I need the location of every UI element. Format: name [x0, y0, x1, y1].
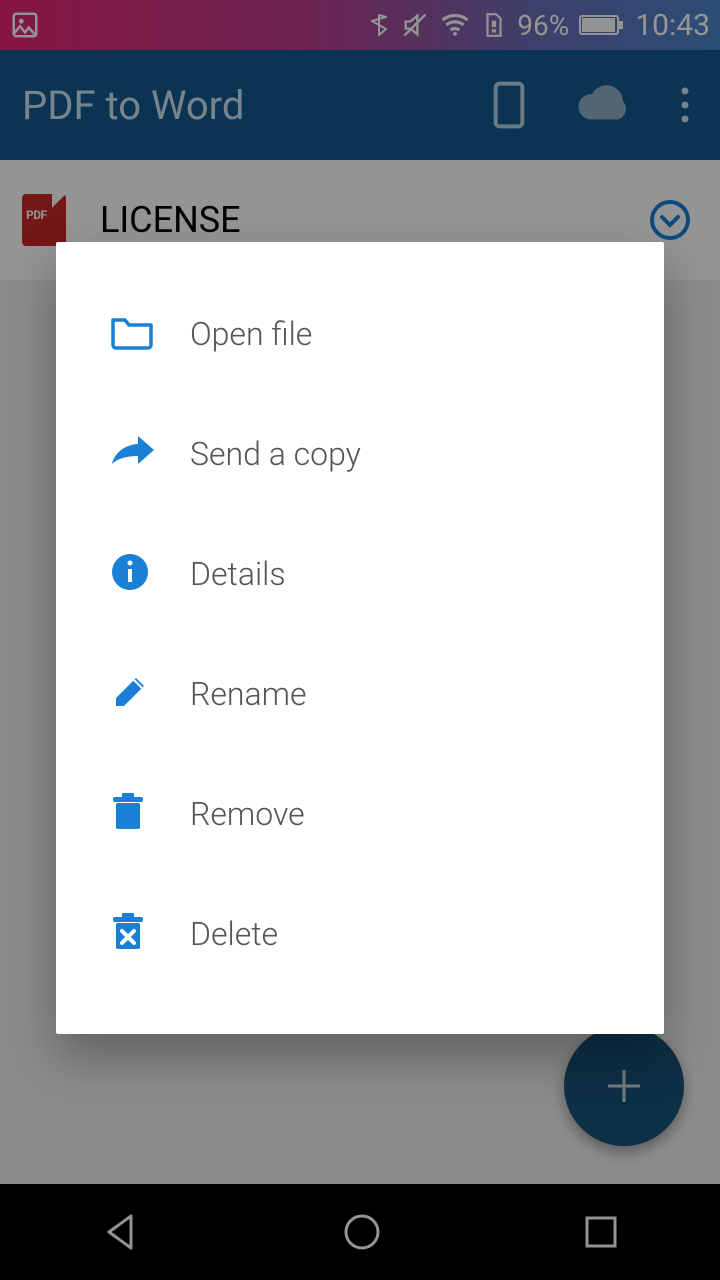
menu-remove[interactable]: Remove [56, 754, 664, 874]
menu-rename[interactable]: Rename [56, 634, 664, 754]
menu-label: Remove [190, 795, 305, 833]
menu-open-file[interactable]: Open file [56, 274, 664, 394]
menu-send-copy[interactable]: Send a copy [56, 394, 664, 514]
menu-label: Details [190, 555, 286, 593]
trash-x-icon [110, 911, 146, 957]
pencil-icon [110, 672, 150, 716]
info-icon [110, 552, 150, 596]
menu-delete[interactable]: Delete [56, 874, 664, 994]
folder-icon [110, 314, 154, 354]
menu-details[interactable]: Details [56, 514, 664, 634]
menu-label: Delete [190, 915, 278, 953]
menu-label: Rename [190, 675, 307, 713]
file-actions-menu: Open file Send a copy Details [56, 242, 664, 1034]
share-arrow-icon [110, 434, 156, 474]
trash-icon [110, 791, 146, 837]
menu-label: Send a copy [190, 435, 361, 473]
menu-label: Open file [190, 315, 312, 353]
